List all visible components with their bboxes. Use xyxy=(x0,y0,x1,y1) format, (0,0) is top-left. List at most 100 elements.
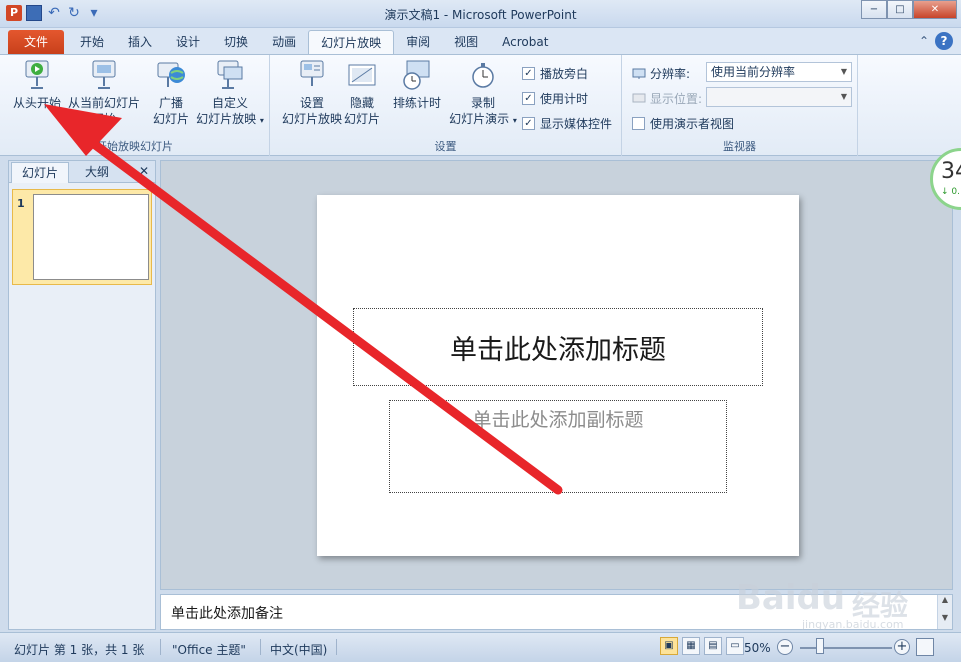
group-monitors: 分辨率: 使用当前分辨率 ▼ 显示位置: ▼ 使用演示者视图 监视器 xyxy=(622,55,858,156)
group-setup-label: 设置 xyxy=(434,140,457,153)
tab-4[interactable]: 动画 xyxy=(260,30,308,54)
from-current-label-1: 从当前幻灯片 xyxy=(67,96,140,110)
tab-2[interactable]: 设计 xyxy=(164,30,212,54)
watermark-brand: Baidu xyxy=(736,578,846,618)
group-setup: 设置 幻灯片放映 隐藏 幻灯片 排练计时 录制 幻灯片演示 ▾ ✓ 播放旁白 ✓… xyxy=(270,55,622,156)
resolution-label: 分辨率: xyxy=(650,67,691,81)
ribbon-right-controls: ⌃ ? xyxy=(919,32,953,50)
presenter-view-checkbox[interactable]: 使用演示者视图 xyxy=(632,115,734,132)
resolution-select[interactable]: 使用当前分辨率 ▼ xyxy=(706,62,852,82)
slide-thumbnail[interactable] xyxy=(33,194,149,280)
slide-count-status: 幻灯片 第 1 张，共 1 张 xyxy=(14,643,145,657)
checkbox-show-media-controls[interactable]: ✓ xyxy=(522,117,535,130)
setup-label-1: 设置 xyxy=(299,96,324,110)
ribbon: 从头开始 从当前幻灯片 开始 广播 幻灯片 自定义 幻灯片放映 ▾ 开始放映幻灯… xyxy=(0,54,961,156)
zoom-slider[interactable] xyxy=(800,647,892,649)
close-button[interactable]: ✕ xyxy=(913,0,957,19)
notes-placeholder[interactable]: 单击此处添加备注 xyxy=(171,603,283,623)
broadcast-slideshow-button[interactable]: 广播 幻灯片 xyxy=(146,59,196,127)
theme-status[interactable]: "Office 主题" xyxy=(172,641,246,658)
hide-slide-button[interactable]: 隐藏 幻灯片 xyxy=(342,59,382,127)
resolution-value: 使用当前分辨率 xyxy=(711,65,796,79)
play-narrations-checkbox[interactable]: ✓ 播放旁白 xyxy=(522,65,588,82)
rehearse-timings-button[interactable]: 排练计时 xyxy=(388,59,446,111)
maximize-button[interactable]: □ xyxy=(887,0,913,19)
slide-thumbnail-selected[interactable] xyxy=(12,189,152,285)
custom-slideshow-icon xyxy=(217,60,243,89)
rehearse-timer-icon xyxy=(403,60,430,90)
pane-tabs: 幻灯片 大纲 ✕ xyxy=(9,161,155,183)
tab-3[interactable]: 切换 xyxy=(212,30,260,54)
view-buttons: ▣ ▦ ▤ ▭ xyxy=(660,637,744,655)
setup-label-2: 幻灯片放映 xyxy=(281,112,342,126)
title-placeholder[interactable]: 单击此处添加标题 xyxy=(353,308,763,386)
zoom-out-icon[interactable]: − xyxy=(777,639,793,655)
monitor-disabled-icon xyxy=(632,93,646,102)
tab-outline[interactable]: 大纲 xyxy=(75,162,119,183)
custom-slideshow-label-2: 幻灯片放映 ▾ xyxy=(194,111,266,129)
broadcast-globe-icon xyxy=(157,62,185,87)
checkbox-presenter-view[interactable] xyxy=(632,117,645,130)
broadcast-label-1: 广播 xyxy=(158,96,183,110)
speed-subvalue: ↓ 0.1 xyxy=(941,187,961,197)
from-current-label-2: 开始 xyxy=(91,112,116,126)
minimize-ribbon-icon[interactable]: ⌃ xyxy=(919,34,929,48)
minimize-button[interactable]: − xyxy=(861,0,887,19)
checkbox-play-narrations[interactable]: ✓ xyxy=(522,67,535,80)
zoom-slider-handle[interactable] xyxy=(816,638,825,654)
hide-slide-icon xyxy=(348,64,376,86)
close-icon[interactable]: ✕ xyxy=(139,164,149,178)
slide-editing-area: 单击此处添加标题 单击此处添加副标题 xyxy=(160,160,953,590)
monitor-icon xyxy=(632,68,646,79)
broadcast-label-2: 幻灯片 xyxy=(152,112,189,126)
tab-list: 开始 插入 设计 切换 动画 幻灯片放映 审阅 视图 Acrobat xyxy=(68,30,560,54)
use-timings-label: 使用计时 xyxy=(540,92,589,106)
tab-5[interactable]: 幻灯片放映 xyxy=(308,30,395,54)
checkbox-use-timings[interactable]: ✓ xyxy=(522,92,535,105)
status-divider xyxy=(160,639,161,655)
tab-7[interactable]: 视图 xyxy=(442,30,490,54)
hide-label-2: 幻灯片 xyxy=(343,112,380,126)
watermark-url: jingyan.baidu.com xyxy=(802,618,904,631)
setup-slideshow-icon xyxy=(300,60,324,86)
rehearse-label: 排练计时 xyxy=(392,96,441,110)
window-controls: − □ ✕ xyxy=(861,0,957,19)
projector-play-icon xyxy=(25,60,49,89)
baidu-watermark: Baidu 经验 jingyan.baidu.com xyxy=(736,572,956,631)
tab-6[interactable]: 审阅 xyxy=(394,30,442,54)
help-icon[interactable]: ? xyxy=(935,32,953,50)
show-on-select[interactable]: ▼ xyxy=(706,87,852,107)
tab-8[interactable]: Acrobat xyxy=(490,30,560,54)
show-media-controls-checkbox[interactable]: ✓ 显示媒体控件 xyxy=(522,115,612,132)
presenter-view-label: 使用演示者视图 xyxy=(650,117,735,131)
fit-to-window-icon[interactable] xyxy=(916,638,934,656)
group-monitors-label: 监视器 xyxy=(723,140,756,153)
from-current-slide-button[interactable]: 从当前幻灯片 开始 xyxy=(64,59,144,127)
tab-slides[interactable]: 幻灯片 xyxy=(11,162,70,183)
tab-1[interactable]: 插入 xyxy=(116,30,164,54)
from-beginning-button[interactable]: 从头开始 xyxy=(10,59,64,111)
hide-label-1: 隐藏 xyxy=(349,96,374,110)
record-label-1: 录制 xyxy=(470,96,495,110)
zoom-level[interactable]: 50% xyxy=(744,641,771,655)
slide-canvas[interactable]: 单击此处添加标题 单击此处添加副标题 xyxy=(317,195,799,556)
slide-number: 1 xyxy=(17,197,25,210)
slides-pane: 幻灯片 大纲 ✕ 1 xyxy=(8,160,156,630)
play-narrations-label: 播放旁白 xyxy=(540,67,589,81)
slide-sorter-view-icon[interactable]: ▦ xyxy=(682,637,700,655)
tab-file[interactable]: 文件 xyxy=(8,30,64,54)
use-timings-checkbox[interactable]: ✓ 使用计时 xyxy=(522,90,588,107)
language-status[interactable]: 中文(中国) xyxy=(270,641,327,658)
zoom-in-icon[interactable]: + xyxy=(894,639,910,655)
tab-0[interactable]: 开始 xyxy=(68,30,116,54)
reading-view-icon[interactable]: ▤ xyxy=(704,637,722,655)
custom-slideshow-button[interactable]: 自定义 幻灯片放映 ▾ xyxy=(194,59,266,129)
record-slideshow-button[interactable]: 录制 幻灯片演示 ▾ xyxy=(446,59,520,129)
chevron-down-icon: ▼ xyxy=(840,92,847,101)
slideshow-view-icon[interactable]: ▭ xyxy=(726,637,744,655)
setup-slideshow-button[interactable]: 设置 幻灯片放映 xyxy=(276,59,348,127)
show-on-label-row: 显示位置: xyxy=(632,90,702,107)
speed-value: 34 xyxy=(941,159,961,184)
subtitle-placeholder[interactable]: 单击此处添加副标题 xyxy=(389,400,727,493)
normal-view-icon[interactable]: ▣ xyxy=(660,637,678,655)
